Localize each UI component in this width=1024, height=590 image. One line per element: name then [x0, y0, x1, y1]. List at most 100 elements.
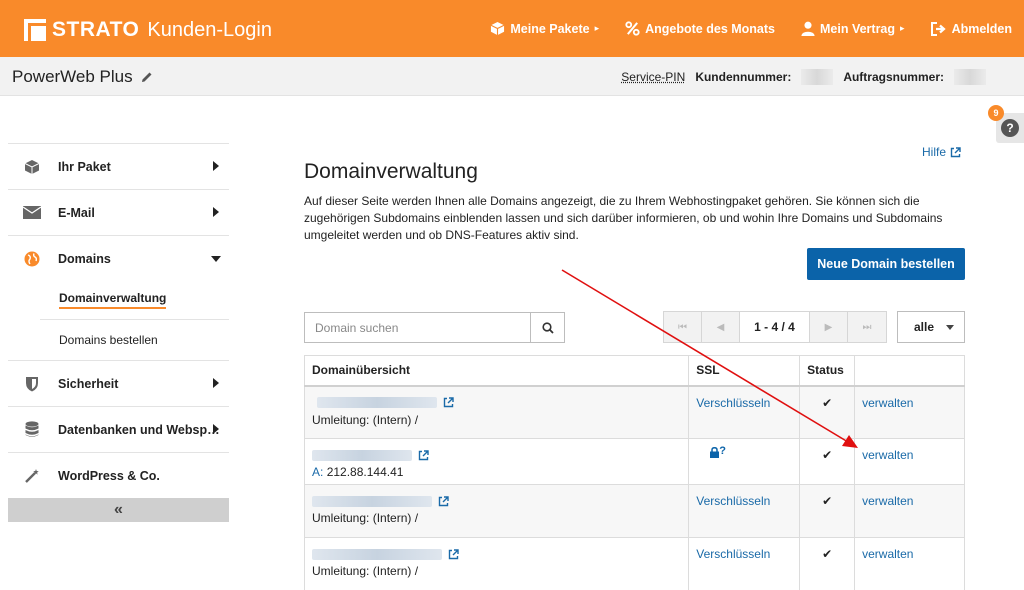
sidebar-subitem-wrap: Domains bestellen [40, 319, 229, 360]
domain-name-redacted [312, 450, 412, 461]
globe-icon [23, 250, 41, 268]
logo-subtitle: Kunden-Login [147, 19, 272, 42]
double-chevron-left-icon: « [114, 501, 123, 519]
status-check-icon: ✔ [800, 386, 855, 439]
nav-meine-pakete[interactable]: Meine Pakete ▸ [490, 21, 599, 36]
pager-info: 1 - 4 / 4 [740, 312, 810, 342]
magic-wand-icon [23, 467, 41, 485]
package-icon [490, 21, 505, 36]
help-link[interactable]: Hilfe [922, 145, 961, 159]
table-row: A: 212.88.144.41 ? ✔ verwalten [305, 439, 965, 485]
manage-link[interactable]: verwalten [862, 494, 913, 508]
sidebar-subitem-domains-bestellen[interactable]: Domains bestellen [40, 320, 229, 360]
table-row: Umleitung: (Intern) / Verschlüsseln ✔ ve… [305, 538, 965, 590]
sidebar-item-domains[interactable]: Domains [8, 235, 229, 281]
search-input[interactable] [305, 313, 530, 342]
nav-abmelden[interactable]: Abmelden [931, 22, 1012, 36]
last-page-button[interactable]: ⏭ [848, 312, 886, 342]
sidebar-item-email[interactable]: E-Mail [8, 189, 229, 235]
sidebar-item-label: E-Mail [58, 206, 95, 220]
nav-label: Meine Pakete [510, 22, 589, 36]
page-description: Auf dieser Seite werden Ihnen alle Domai… [304, 193, 966, 244]
domain-redirect: Umleitung: (Intern) / [312, 563, 688, 579]
ssl-encrypt-link[interactable]: Verschlüsseln [696, 494, 770, 508]
domain-redirect: Umleitung: (Intern) / [312, 510, 688, 526]
next-page-button[interactable]: ▶ [810, 312, 848, 342]
status-check-icon: ✔ [800, 485, 855, 538]
strato-logo-mark-icon [24, 19, 46, 41]
question-icon: ? [1001, 119, 1019, 137]
sidebar-collapse-button[interactable]: « [8, 498, 229, 522]
status-check-icon: ✔ [800, 439, 855, 485]
cube-icon [23, 158, 41, 176]
logo-brand: STRATO [52, 18, 139, 42]
ssl-encrypt-link[interactable]: Verschlüsseln [696, 396, 770, 410]
dns-record-type: A: [312, 465, 323, 479]
manage-link[interactable]: verwalten [862, 547, 913, 561]
external-link-icon [950, 147, 961, 158]
sidebar-item-wordpress[interactable]: WordPress & Co. [8, 452, 229, 498]
filter-dropdown[interactable]: alle [897, 311, 965, 343]
sidebar-item-sicherheit[interactable]: Sicherheit [8, 360, 229, 406]
domain-redirect: Umleitung: (Intern) / [312, 412, 688, 428]
domain-dns-record: A: 212.88.144.41 [312, 464, 688, 480]
col-header-domain: Domainübersicht [305, 356, 689, 386]
sidebar: Ihr Paket E-Mail Domains Domainverwaltun… [8, 143, 229, 522]
table-row: Umleitung: (Intern) / Verschlüsseln ✔ ve… [305, 485, 965, 538]
chevron-right-icon: ▸ [595, 23, 600, 34]
help-link-label: Hilfe [922, 145, 946, 159]
col-header-actions [855, 356, 965, 386]
product-title: PowerWeb Plus [12, 67, 153, 87]
col-header-ssl: SSL [689, 356, 800, 386]
external-link-icon[interactable] [448, 549, 459, 560]
pencil-icon[interactable] [141, 71, 153, 83]
nav-angebote[interactable]: Angebote des Monats [625, 21, 775, 36]
sidebar-subitem-domainverwaltung[interactable]: Domainverwaltung [8, 281, 229, 319]
service-pin-link[interactable]: Service-PIN [621, 70, 685, 84]
first-page-button[interactable]: ⏮ [664, 312, 702, 342]
order-domain-button[interactable]: Neue Domain bestellen [807, 248, 965, 280]
sidebar-item-datenbanken[interactable]: Datenbanken und Websp… [8, 406, 229, 452]
chevron-right-icon [213, 378, 219, 388]
external-link-icon[interactable] [443, 397, 454, 408]
manage-link[interactable]: verwalten [862, 396, 913, 410]
domain-table: Domainübersicht SSL Status Umleitung: (I… [304, 355, 965, 590]
user-icon [801, 21, 815, 36]
order-number-label: Auftragsnummer: [843, 70, 944, 84]
sidebar-item-label: Ihr Paket [58, 160, 111, 174]
chevron-right-icon [213, 161, 219, 171]
sidebar-subitem-label: Domains bestellen [59, 333, 158, 347]
domain-name-redacted [312, 496, 432, 507]
last-page-icon: ⏭ [863, 322, 872, 333]
percent-icon [625, 21, 640, 36]
external-link-icon[interactable] [418, 450, 429, 461]
product-name: PowerWeb Plus [12, 67, 133, 87]
page-title: Domainverwaltung [304, 160, 478, 184]
top-bar: STRATO Kunden-Login Meine Pakete ▸ Angeb… [0, 0, 1024, 57]
ssl-unknown-lock[interactable]: ? [696, 439, 799, 458]
col-header-status: Status [800, 356, 855, 386]
chevron-right-icon [213, 207, 219, 217]
caret-down-icon [946, 325, 954, 330]
sidebar-item-ihr-paket[interactable]: Ihr Paket [8, 143, 229, 189]
customer-info: Service-PIN Kundennummer: Auftragsnummer… [621, 69, 986, 85]
nav-label: Angebote des Monats [645, 22, 775, 36]
strato-logo[interactable]: STRATO Kunden-Login [24, 17, 272, 43]
sidebar-item-label: Sicherheit [58, 377, 118, 391]
dns-record-value: 212.88.144.41 [327, 465, 404, 479]
customer-number-redacted [801, 69, 833, 85]
help-widget[interactable]: ? 9 [996, 113, 1024, 143]
search-button[interactable] [530, 313, 564, 342]
prev-page-button[interactable]: ◀ [702, 312, 740, 342]
sidebar-item-label: Datenbanken und Websp… [58, 423, 220, 437]
search-icon [542, 322, 554, 334]
ssl-encrypt-link[interactable]: Verschlüsseln [696, 547, 770, 561]
first-page-icon: ⏮ [678, 322, 687, 333]
pagination: ⏮ ◀ 1 - 4 / 4 ▶ ⏭ [663, 311, 887, 343]
nav-mein-vertrag[interactable]: Mein Vertrag ▸ [801, 21, 905, 36]
domain-name-redacted [312, 549, 442, 560]
external-link-icon[interactable] [438, 496, 449, 507]
manage-link[interactable]: verwalten [862, 448, 913, 462]
domain-search [304, 312, 565, 343]
lock-icon [710, 447, 719, 458]
